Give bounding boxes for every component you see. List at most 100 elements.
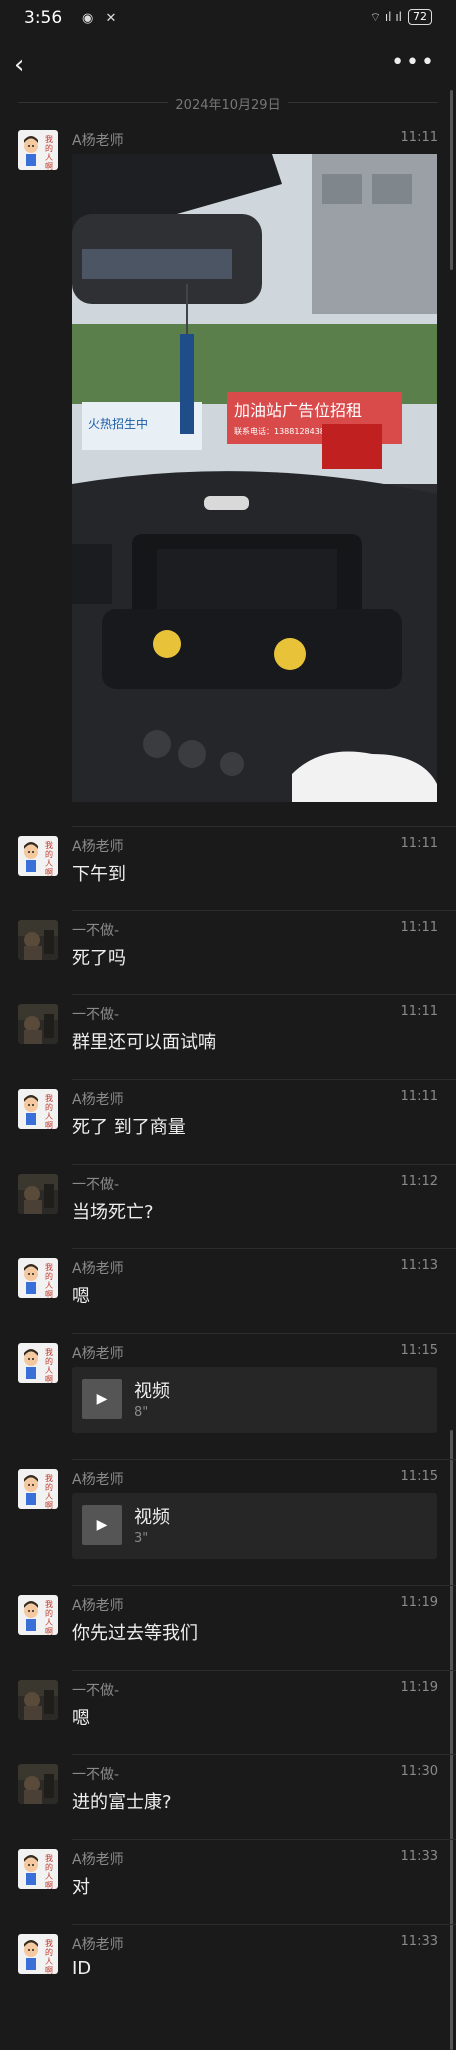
message-time: 11:12 bbox=[400, 1174, 438, 1189]
chat-header: ‹ ••• bbox=[0, 44, 456, 88]
sender-name[interactable]: 一不做- bbox=[72, 1174, 119, 1194]
message-text[interactable]: 群里还可以面试喃 bbox=[72, 1028, 216, 1054]
avatar-student-image bbox=[18, 920, 58, 960]
svg-text:的: 的 bbox=[45, 849, 53, 859]
sender-name[interactable]: A杨老师 bbox=[72, 1343, 124, 1363]
svg-text:我: 我 bbox=[45, 1853, 53, 1863]
message-text[interactable]: 当场死亡? bbox=[72, 1198, 154, 1224]
message-image[interactable]: 火热招生中 加油站广告位招租 联系电话：13881284381 bbox=[72, 154, 437, 802]
message-text[interactable]: 死了 到了商量 bbox=[72, 1113, 186, 1139]
svg-text:人: 人 bbox=[45, 1872, 53, 1881]
avatar-student-image bbox=[18, 1680, 58, 1720]
play-icon: ▶ bbox=[96, 1391, 108, 1407]
avatar-teacher-image: 我 的 人 啊 bbox=[18, 130, 58, 170]
sender-name[interactable]: A杨老师 bbox=[72, 1089, 124, 1109]
date-label: 2024年10月29日 bbox=[175, 98, 281, 113]
svg-text:我: 我 bbox=[45, 840, 53, 850]
message-divider bbox=[72, 1924, 456, 1925]
status-right-icons: ⌔ ıl ıl 72 bbox=[370, 9, 432, 25]
avatar-teacher-image: 我 的 人 啊 bbox=[18, 1849, 58, 1889]
sender-name[interactable]: A杨老师 bbox=[72, 836, 124, 856]
scrollbar-thumb[interactable] bbox=[450, 1430, 453, 2050]
avatar-teacher-image: 我 的 人 啊 bbox=[18, 836, 58, 876]
sender-name[interactable]: A杨老师 bbox=[72, 1595, 124, 1615]
svg-text:人: 人 bbox=[45, 1112, 53, 1121]
play-icon: ▶ bbox=[96, 1517, 108, 1533]
sender-name[interactable]: A杨老师 bbox=[72, 1849, 124, 1869]
avatar-teacher[interactable]: 我 的 人 啊 bbox=[18, 1343, 58, 1383]
avatar-student[interactable] bbox=[18, 1680, 58, 1720]
photo-sign-right-text: 加油站广告位招租 bbox=[234, 401, 362, 420]
more-options-icon[interactable]: ••• bbox=[391, 50, 436, 75]
avatar-student[interactable] bbox=[18, 1764, 58, 1804]
sender-name[interactable]: A杨老师 bbox=[72, 130, 124, 150]
avatar-student-image bbox=[18, 1004, 58, 1044]
avatar-teacher-image: 我 的 人 啊 bbox=[18, 1469, 58, 1509]
svg-text:啊: 啊 bbox=[45, 1501, 53, 1509]
svg-text:人: 人 bbox=[45, 153, 53, 162]
message-time: 11:11 bbox=[400, 130, 438, 145]
message-divider bbox=[72, 994, 456, 995]
svg-text:我: 我 bbox=[45, 1599, 53, 1609]
svg-text:人: 人 bbox=[45, 1618, 53, 1627]
message-text[interactable]: 嗯 bbox=[72, 1704, 90, 1730]
avatar-teacher[interactable]: 我 的 人 啊 bbox=[18, 1849, 58, 1889]
message-time: 11:11 bbox=[400, 836, 438, 851]
svg-text:的: 的 bbox=[45, 1356, 53, 1366]
avatar-teacher[interactable]: 我 的 人 啊 bbox=[18, 1258, 58, 1298]
avatar-student[interactable] bbox=[18, 1174, 58, 1214]
svg-text:我: 我 bbox=[45, 1938, 53, 1948]
message-divider bbox=[72, 1585, 456, 1586]
sender-name[interactable]: 一不做- bbox=[72, 1680, 119, 1700]
avatar-teacher[interactable]: 我 的 人 啊 bbox=[18, 1934, 58, 1974]
photo-sign-right-sub: 联系电话：13881284381 bbox=[234, 426, 330, 436]
avatar-teacher[interactable]: 我 的 人 啊 bbox=[18, 836, 58, 876]
message-text[interactable]: 下午到 bbox=[72, 860, 126, 886]
status-bar: 3:56 ◉ ✕ ⌔ ıl ıl 72 bbox=[0, 0, 456, 40]
svg-text:啊: 啊 bbox=[45, 1966, 53, 1974]
svg-text:人: 人 bbox=[45, 1957, 53, 1966]
message-divider bbox=[72, 1670, 456, 1671]
message-text[interactable]: 对 bbox=[72, 1873, 90, 1899]
message-text[interactable]: 嗯 bbox=[72, 1282, 90, 1308]
video-title: 视频 bbox=[134, 1381, 170, 1402]
sender-name[interactable]: 一不做- bbox=[72, 1764, 119, 1784]
message-divider bbox=[72, 1164, 456, 1165]
sender-name[interactable]: 一不做- bbox=[72, 920, 119, 940]
sender-name[interactable]: A杨老师 bbox=[72, 1934, 124, 1954]
avatar-teacher-image: 我 的 人 啊 bbox=[18, 1089, 58, 1129]
photo-sign-left-text: 火热招生中 bbox=[88, 416, 148, 431]
avatar-teacher[interactable]: 我 的 人 啊 bbox=[18, 130, 58, 170]
message-divider bbox=[72, 1754, 456, 1755]
message-text[interactable]: ID bbox=[72, 1958, 91, 1979]
video-message-card[interactable]: ▶ 视频 3" bbox=[72, 1493, 437, 1559]
video-message-card[interactable]: ▶ 视频 8" bbox=[72, 1367, 437, 1433]
sender-name[interactable]: 一不做- bbox=[72, 1004, 119, 1024]
sender-name[interactable]: A杨老师 bbox=[72, 1258, 124, 1278]
message-time: 11:15 bbox=[400, 1343, 438, 1358]
sender-name[interactable]: A杨老师 bbox=[72, 1469, 124, 1489]
avatar-student[interactable] bbox=[18, 920, 58, 960]
status-notification-icons: ◉ ✕ bbox=[82, 11, 121, 26]
avatar-teacher[interactable]: 我 的 人 啊 bbox=[18, 1595, 58, 1635]
svg-text:啊: 啊 bbox=[45, 1375, 53, 1383]
car-photo-image: 火热招生中 加油站广告位招租 联系电话：13881284381 bbox=[72, 154, 437, 802]
avatar-student[interactable] bbox=[18, 1004, 58, 1044]
avatar-student-image bbox=[18, 1174, 58, 1214]
message-divider bbox=[72, 1333, 456, 1334]
svg-text:我: 我 bbox=[45, 1262, 53, 1272]
message-time: 11:30 bbox=[400, 1764, 438, 1779]
message-divider bbox=[72, 1248, 456, 1249]
avatar-teacher[interactable]: 我 的 人 啊 bbox=[18, 1089, 58, 1129]
avatar-teacher[interactable]: 我 的 人 啊 bbox=[18, 1469, 58, 1509]
message-text[interactable]: 进的富士康? bbox=[72, 1788, 172, 1814]
message-time: 11:13 bbox=[400, 1258, 438, 1273]
message-text[interactable]: 死了吗 bbox=[72, 944, 126, 970]
scrollbar-top[interactable] bbox=[450, 90, 453, 270]
back-arrow-icon[interactable]: ‹ bbox=[14, 50, 24, 80]
message-divider bbox=[72, 1079, 456, 1080]
message-time: 11:19 bbox=[400, 1680, 438, 1695]
message-text[interactable]: 你先过去等我们 bbox=[72, 1619, 198, 1645]
signal-icons: ⌔ ıl ıl bbox=[369, 9, 402, 24]
svg-text:啊: 啊 bbox=[45, 1290, 53, 1298]
